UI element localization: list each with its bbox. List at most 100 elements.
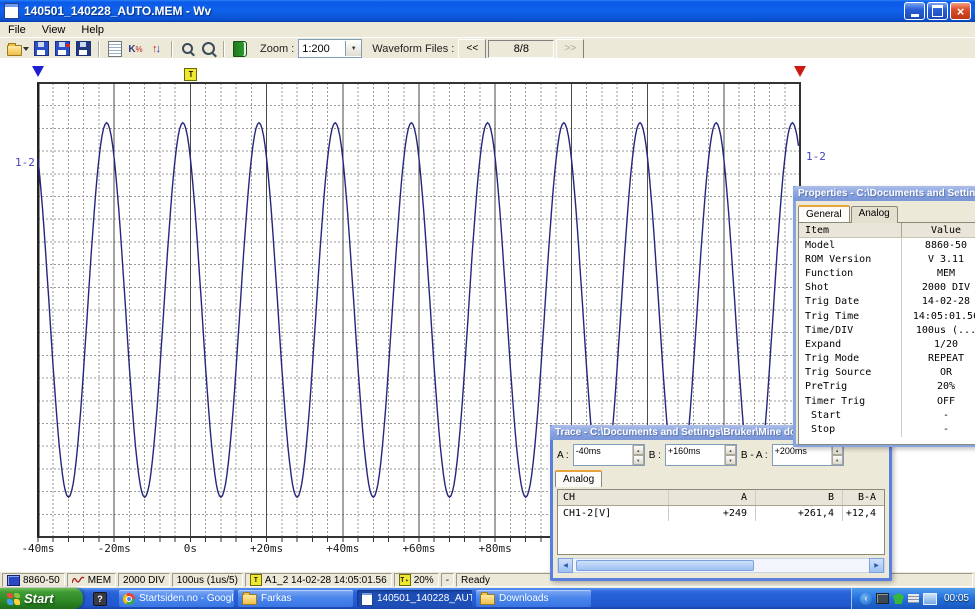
task-button[interactable]: Startsiden.no - Googl... [119,590,234,607]
column-header-a: A [669,490,756,505]
export-button[interactable] [73,39,94,58]
task-button[interactable]: Downloads [476,590,591,607]
task-label: Farkas [261,593,292,604]
scroll-right-icon[interactable]: ▶ [869,558,884,573]
audio-tray-icon[interactable] [876,593,889,604]
chevron-down-icon[interactable]: ▼ [345,41,361,56]
scroll-track[interactable] [573,559,869,572]
prev-file-button[interactable]: << [458,39,486,59]
value-cell: 2000 DIV [902,281,975,295]
folder-icon [480,594,495,605]
desktop: { "window": { "title": "140501_140228_AU… [0,0,975,609]
status-segment: MEM [67,573,116,587]
trace-horizontal-scrollbar[interactable]: ◀ ▶ [557,558,885,573]
trace-header-row: CHABB-A [558,490,884,506]
x-axis-label: +60ms [402,542,435,555]
app-icon [4,3,19,19]
value-cell: REPEAT [902,352,975,366]
tray-icons: ‹ [860,593,937,605]
spin-down-icon[interactable]: ▼ [832,455,843,465]
hide-tray-icon[interactable]: ‹ [860,593,872,605]
convert-icon: K% [128,43,142,55]
next-file-button[interactable]: >> [556,39,584,59]
minimize-button[interactable] [904,2,925,20]
properties-button[interactable] [104,39,125,58]
spin-up-icon[interactable]: ▲ [633,445,644,455]
spin-buttons: ▲▼ [831,445,843,465]
value-cell: OR [902,366,975,380]
value-cell: OFF [902,394,975,408]
item-cell: Trig Date [799,295,902,309]
export-icon [76,41,91,56]
spin-down-icon[interactable]: ▼ [633,455,644,465]
save-as-button[interactable] [52,39,73,58]
layers-tray-icon[interactable] [908,594,919,603]
status-text: 2000 DIV [123,575,165,586]
zoom-in-icon [202,42,215,55]
menu-item-help[interactable]: Help [73,23,112,37]
open-file-button[interactable] [4,39,31,58]
channel-label-left: 1-2 [15,156,35,169]
view-book-button[interactable] [229,39,250,58]
cursor-a-triangle-icon [32,66,44,77]
table-row: Timer TrigOFF [799,394,975,408]
trigger-marker[interactable]: T [184,68,197,81]
memory-waveform-icon [72,576,85,585]
pretrig-icon: T [399,574,411,586]
view-book-icon [233,41,247,57]
value-cell: - [902,408,975,422]
properties-title-bar[interactable]: Properties - C:\Documents and Settings\B [793,186,975,201]
convert-button[interactable]: K% [125,39,146,58]
status-segment: TA1_2 14-02-28 14:05:01.56 [245,573,392,587]
status-text: 20% [414,575,434,586]
table-row: Expand1/20 [799,337,975,351]
minimize-icon [911,14,919,17]
quick-launch-help-icon[interactable]: ? [93,592,107,606]
status-text: 8860-50 [23,575,60,586]
tab-analog[interactable]: Analog [555,470,602,487]
start-button[interactable]: Start [0,588,83,609]
properties-window: Properties - C:\Documents and Settings\B… [793,186,975,447]
shield-tray-icon[interactable] [893,593,904,604]
properties-header-row: ItemValue [799,223,975,238]
value-cell: 20% [902,380,975,394]
maximize-button[interactable] [927,2,948,20]
properties-icon [108,41,122,57]
spin-down-icon[interactable]: ▼ [725,455,736,465]
value-cell: MEM [902,266,975,280]
spin-up-icon[interactable]: ▲ [725,445,736,455]
value-cell: 100us (... [902,323,975,337]
menu-item-view[interactable]: View [34,23,74,37]
table-row: FunctionMEM [799,266,975,280]
task-button[interactable]: Farkas [238,590,353,607]
zoom-in-button[interactable] [198,39,219,58]
cursor-b-marker[interactable] [794,66,806,77]
zoom-label: Zoom : [260,43,294,55]
cursor-a-marker[interactable] [32,66,44,77]
close-button[interactable]: × [950,2,971,20]
arrange-traces-button[interactable]: ↑↓ [146,39,167,58]
tab-analog[interactable]: Analog [851,206,898,223]
system-tray: ‹ 00:05 [851,588,975,609]
value-cell: 1/20 [902,337,975,351]
save-button[interactable] [31,39,52,58]
save-icon [34,41,49,56]
scroll-left-icon[interactable]: ◀ [558,558,573,573]
cursor-spinbox-0[interactable]: -40ms▲▼ [573,444,645,466]
tab-general[interactable]: General [798,205,850,222]
item-cell: Shot [799,281,902,295]
zoom-out-button[interactable] [177,39,198,58]
scroll-thumb[interactable] [576,560,754,571]
x-axis-label: -20ms [98,542,131,555]
properties-tabs: GeneralAnalog [798,205,975,222]
display-tray-icon[interactable] [923,593,937,605]
title-bar[interactable]: 140501_140228_AUTO.MEM - Wv × [0,0,975,22]
menu-item-file[interactable]: File [0,23,34,37]
zoom-combobox[interactable]: 1:200 ▼ [298,39,362,58]
x-axis-label: -40ms [21,542,54,555]
open-dropdown-icon [23,47,29,51]
cursor-spinbox-2[interactable]: +200ms▲▼ [772,444,844,466]
task-button[interactable]: 140501_140228_AUT... [357,590,472,607]
spin-buttons: ▲▼ [724,445,736,465]
cursor-spinbox-1[interactable]: +160ms▲▼ [665,444,737,466]
